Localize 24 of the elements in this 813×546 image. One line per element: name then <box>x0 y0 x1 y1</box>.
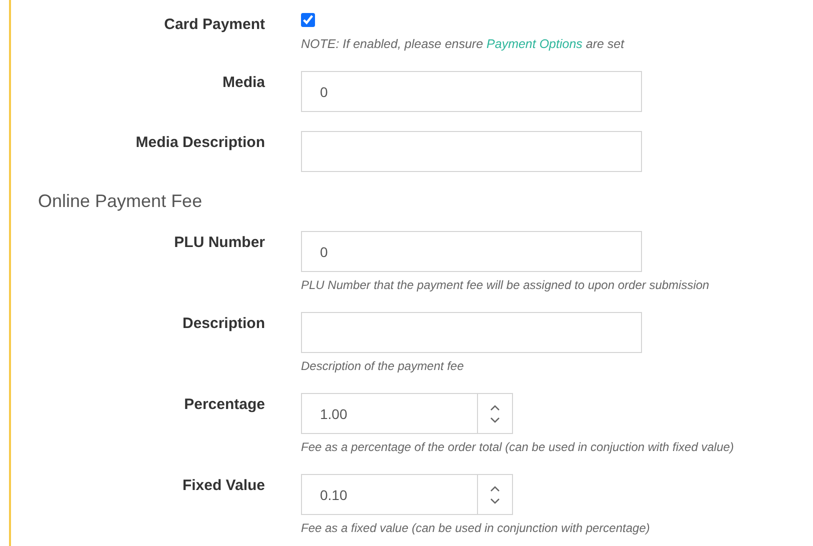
note-text: NOTE: If enabled, please ensure Payment Options are set <box>301 36 624 52</box>
field-label: Media <box>221 73 265 93</box>
section-heading: Online Payment Fee <box>38 191 204 212</box>
help-text: Fee as a fixed value (can be used in conjunction with percentage) <box>301 520 650 536</box>
number-field[interactable]: 1.00 <box>301 393 478 434</box>
field-label: PLU Number <box>173 233 265 253</box>
number-field[interactable]: 0.10 <box>301 474 478 515</box>
chevron-up-icon[interactable] <box>490 404 500 410</box>
help-text: PLU Number that the payment fee will be assigned to upon order submission <box>301 277 710 293</box>
field-label: Fixed Value <box>181 476 265 496</box>
help-text: Fee as a percentage of the order total (can be used in conjuction with fixed value) <box>301 439 734 455</box>
chevron-down-icon[interactable] <box>490 416 500 422</box>
input-field[interactable] <box>301 312 642 353</box>
field-label: Percentage <box>183 395 265 415</box>
checkbox[interactable] <box>301 13 315 27</box>
field-label: Card Payment <box>163 15 265 35</box>
input-field[interactable]: 0 <box>301 71 642 112</box>
chevron-down-icon[interactable] <box>490 498 500 504</box>
input-field[interactable]: 0 <box>301 231 642 272</box>
help-text: Description of the payment fee <box>301 358 464 374</box>
chevron-up-icon[interactable] <box>490 486 500 492</box>
input-field[interactable] <box>301 131 642 172</box>
field-label: Description <box>181 314 265 334</box>
field-label: Media Description <box>134 133 265 153</box>
